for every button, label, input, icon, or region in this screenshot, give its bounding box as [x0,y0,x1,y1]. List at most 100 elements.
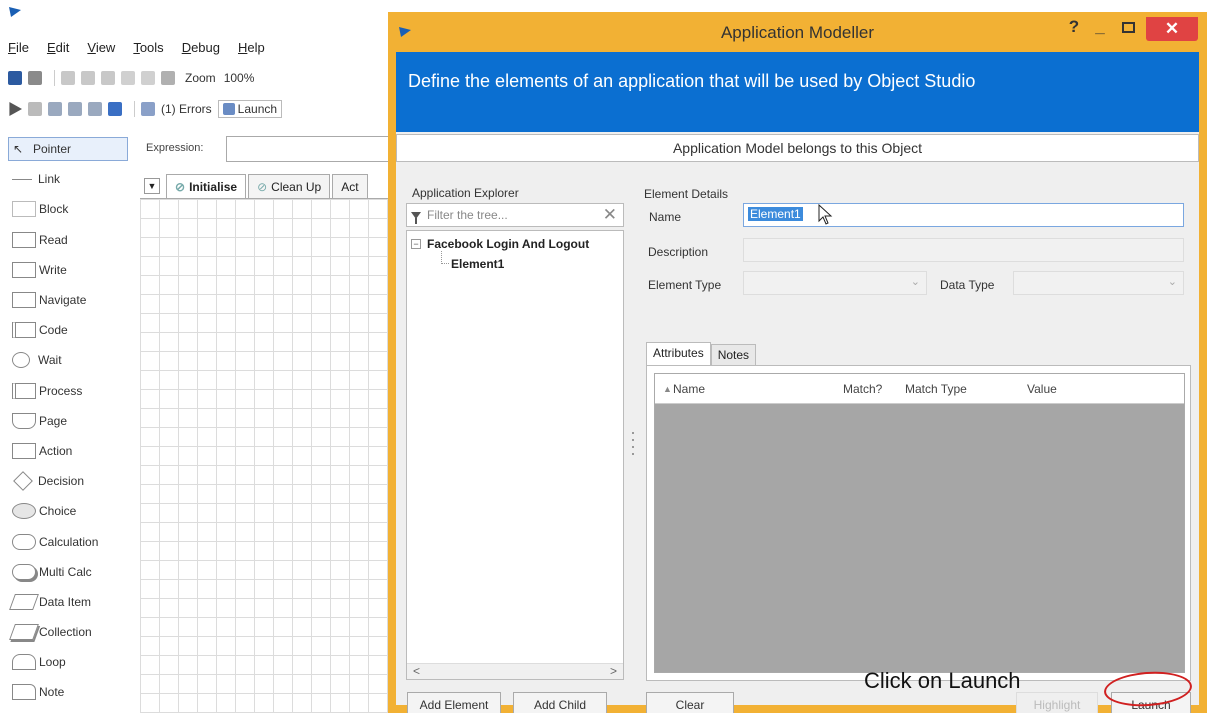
tool-label: Page [39,413,68,428]
navigate-icon [12,292,36,309]
loop-icon [12,654,36,671]
tab-act[interactable]: Act [332,174,368,198]
chevron-down-icon: ⌄ [1167,276,1177,288]
column-name[interactable]: Name [673,382,705,396]
clear-button[interactable]: Clear [646,692,734,713]
data-type-select[interactable]: ⌄ [1013,271,1184,295]
column-match-type[interactable]: Match Type [905,382,967,396]
close-button[interactable]: ✕ [1146,17,1198,41]
close-icon: ✕ [1164,19,1180,38]
tool-navigate[interactable]: Navigate [8,285,136,315]
add-element-button[interactable]: Add Element [407,692,501,713]
undo-icon[interactable] [121,71,135,85]
column-value[interactable]: Value [1027,382,1057,396]
decision-icon [13,471,33,492]
launch-icon [222,103,235,115]
tree-root-label: Facebook Login And Logout [427,237,590,251]
redo-icon[interactable] [141,71,155,85]
multi-calc-icon [12,563,36,580]
cut-icon[interactable] [61,71,75,85]
tree-node-element1[interactable]: Element1 [451,257,504,271]
element-type-select[interactable]: ⌄ [743,271,927,295]
pause-icon[interactable] [28,102,42,116]
splitter-handle[interactable] [632,432,636,462]
print-icon[interactable] [28,71,42,85]
description-input[interactable] [743,238,1184,262]
name-label: Name [649,210,682,224]
run-icon[interactable] [9,102,22,116]
highlight-button[interactable]: Highlight [1016,692,1098,713]
header-banner: Define the elements of an application th… [396,52,1199,132]
tool-multi-calc[interactable]: Multi Calc [8,557,136,587]
save-icon[interactable] [8,71,22,85]
tool-choice[interactable]: Choice [8,496,136,526]
reset-icon[interactable] [108,102,122,116]
menu-bar: File Edit View Tools Debug Help [8,40,283,60]
menu-tools[interactable]: Tools [133,40,163,60]
write-icon [12,261,36,278]
clear-filter-icon[interactable]: ✕ [603,205,617,225]
menu-view[interactable]: View [87,40,115,60]
menu-help[interactable]: Help [238,40,265,60]
tool-collection[interactable]: Collection [8,617,136,647]
tool-decision[interactable]: Decision [8,466,136,496]
read-icon [12,231,36,248]
tool-label: Choice [39,504,77,519]
process-canvas[interactable] [140,198,396,713]
collapse-icon[interactable]: − [411,239,421,249]
tab-clean-up[interactable]: ⊘ Clean Up [248,174,331,198]
description-label: Description [648,245,709,259]
menu-file[interactable]: File [8,40,29,60]
pointer-icon: ↖ [13,142,24,157]
tool-write[interactable]: Write [8,255,136,285]
attributes-grid[interactable]: ▲ Name Match? Match Type Value [654,373,1185,673]
object-bar[interactable]: Application Model belongs to this Object [396,134,1199,162]
dialog-titlebar[interactable]: Application Modeller ? _ ✕ [388,12,1207,52]
step-out-icon[interactable] [88,102,102,116]
minimize-button[interactable]: _ [1088,17,1112,39]
add-child-button[interactable]: Add Child [513,692,607,713]
step-over-icon[interactable] [68,102,82,116]
tool-data-item[interactable]: Data Item [8,587,136,617]
tool-read[interactable]: Read [8,225,136,255]
application-tree[interactable]: − Facebook Login And Logout Element1 < > [406,230,624,680]
calculation-icon [12,533,36,550]
copy-icon[interactable] [81,71,95,85]
step-icon[interactable] [48,102,62,116]
horizontal-scrollbar[interactable]: < > [407,663,623,679]
tool-loop[interactable]: Loop [8,647,136,677]
name-input[interactable]: Element1 [743,203,1184,227]
tab-attributes[interactable]: Attributes [646,342,711,366]
tool-page[interactable]: Page [8,406,136,436]
filter-tree-input[interactable]: Filter the tree... ✕ [406,203,624,227]
errors-link[interactable]: (1) Errors [161,102,212,116]
scroll-right-icon[interactable]: > [610,664,617,678]
paste-icon[interactable] [101,71,115,85]
data-item-icon [9,593,39,610]
tool-block[interactable]: Block [8,194,136,224]
tab-label: Act [341,179,359,194]
studio-launch-button[interactable]: Launch [217,100,283,118]
tab-dropdown-icon[interactable]: ▼ [144,178,160,194]
tool-label: Multi Calc [39,564,92,579]
tool-process[interactable]: Process [8,376,136,406]
tool-pointer[interactable]: ↖ Pointer [8,134,136,164]
menu-edit[interactable]: Edit [47,40,69,60]
tool-code[interactable]: Code [8,315,136,345]
scroll-left-icon[interactable]: < [413,664,420,678]
tool-action[interactable]: Action [8,436,136,466]
tab-notes[interactable]: Notes [710,344,757,366]
help-button[interactable]: ? [1064,17,1084,39]
maximize-button[interactable] [1116,17,1140,39]
tool-link[interactable]: Link [8,164,136,194]
column-match[interactable]: Match? [843,382,882,396]
tool-calculation[interactable]: Calculation [8,526,136,556]
expression-input[interactable] [226,136,396,162]
tab-initialise[interactable]: ⊘ Initialise [166,174,247,198]
menu-debug[interactable]: Debug [182,40,220,60]
tool-note[interactable]: Note [8,677,136,707]
tree-node-root[interactable]: − Facebook Login And Logout [411,237,589,251]
zoom-value[interactable]: 100% [224,71,255,85]
chevron-down-icon: ⌄ [910,276,920,288]
tool-wait[interactable]: Wait [8,345,136,375]
